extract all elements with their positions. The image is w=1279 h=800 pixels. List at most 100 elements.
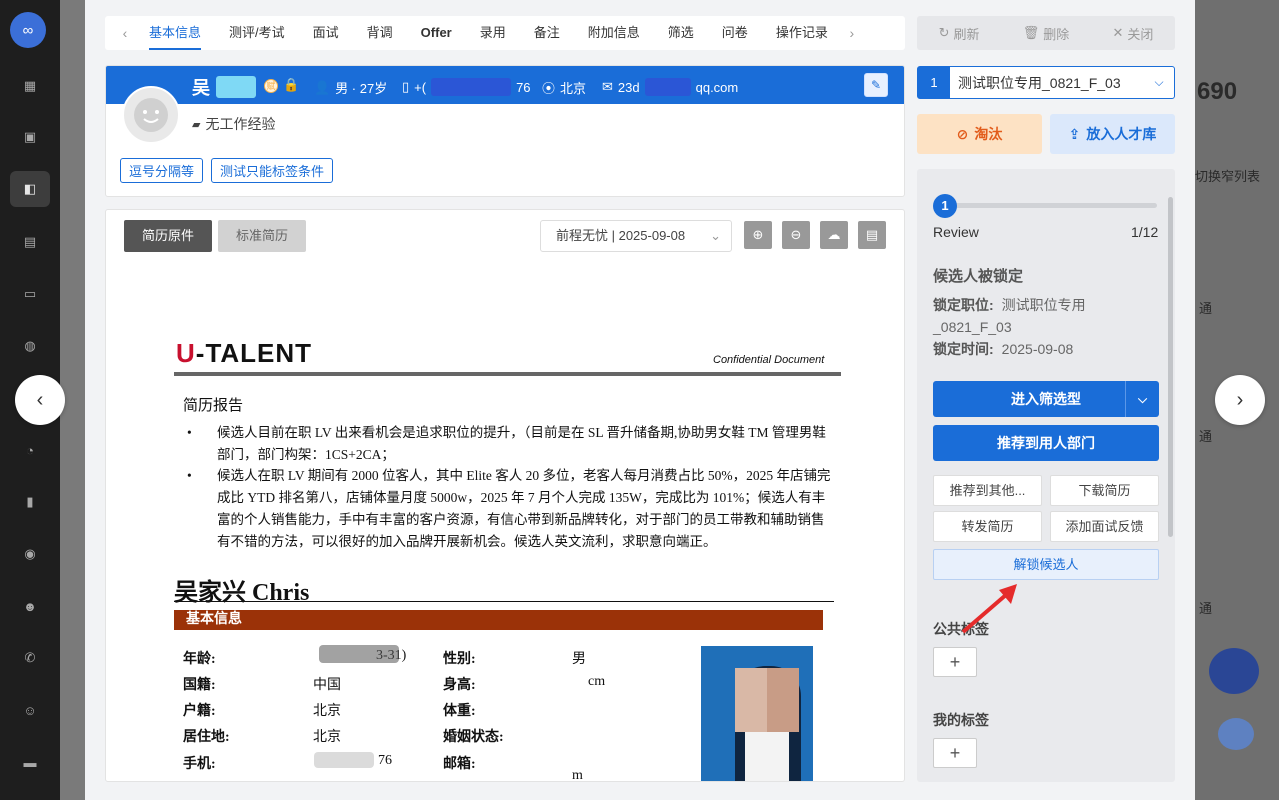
bar-chart-icon[interactable]: ▮: [20, 493, 40, 511]
tab-interview[interactable]: 面试: [299, 16, 353, 50]
name-rule: [174, 601, 834, 602]
location-pin-icon: ⦿: [542, 81, 556, 96]
tab-notes[interactable]: 备注: [520, 16, 574, 50]
tab-hire[interactable]: 录用: [466, 16, 520, 50]
current-stage: Review: [933, 224, 979, 240]
forward-resume-button[interactable]: 转发简历: [933, 511, 1042, 542]
assistant-robot-icon[interactable]: [1218, 718, 1254, 750]
briefcase-small-icon: ▰: [192, 118, 201, 131]
field-label: 邮箱:: [443, 757, 476, 772]
progress-step: 1: [933, 194, 957, 218]
notes-button[interactable]: ▤: [858, 221, 886, 249]
phone-info: ▯ +(76: [402, 78, 531, 96]
ban-icon: ⊘: [956, 125, 969, 142]
user-circle-icon[interactable]: ◉: [20, 545, 40, 563]
report-bullet: 候选人在职 LV 期间有 2000 位客人，其中 Elite 客人 20 多位，…: [187, 465, 833, 553]
redaction: [319, 645, 399, 663]
email-redaction: [644, 78, 691, 96]
tab-basic-info[interactable]: 基本信息: [135, 16, 215, 50]
phone-redaction: [431, 78, 512, 96]
recommend-other-button[interactable]: 推荐到其他...: [933, 475, 1042, 506]
user-star-icon[interactable]: ☺: [20, 701, 40, 719]
field-label: 体重:: [443, 704, 476, 719]
my-tags-label: 我的标签: [933, 712, 989, 728]
inbox-upload-icon: ⇪: [1068, 125, 1081, 142]
candidate-tag[interactable]: 逗号分隔等: [120, 158, 204, 183]
switch-list-link[interactable]: 切换窄列表: [1195, 166, 1260, 185]
briefcase-icon[interactable]: ▣: [20, 128, 40, 146]
zoom-in-button[interactable]: ⊕: [744, 221, 772, 249]
unlock-candidate-button[interactable]: 解锁候选人: [933, 549, 1159, 580]
avatar-face-icon: [134, 98, 168, 132]
delete-button[interactable]: 🗑 删除: [1023, 24, 1070, 43]
reject-button[interactable]: ⊘ 淘汰: [917, 114, 1042, 154]
work-experience: ▰ 无工作经验: [192, 116, 276, 132]
id-card-icon[interactable]: ▭: [20, 285, 40, 303]
next-candidate-button[interactable]: ›: [1215, 375, 1265, 425]
mobile-icon: ▯: [402, 79, 410, 94]
background-number: 690: [1197, 78, 1238, 105]
candidate-photo: [701, 646, 813, 781]
modal-toolbar: ↻ 刷新 🗑 删除 ✕ 关闭: [917, 16, 1175, 50]
original-resume-button[interactable]: 简历原件: [124, 220, 213, 252]
resume-source-select[interactable]: 前程无忧 | 2025-09-08 ⌄: [540, 220, 732, 252]
phone-icon[interactable]: ✆: [20, 649, 40, 667]
section-header: 基本信息: [174, 610, 823, 630]
tab-offer[interactable]: Offer: [407, 16, 466, 50]
field-value: 北京: [313, 730, 341, 745]
refresh-button[interactable]: ↻ 刷新: [939, 24, 980, 43]
add-my-tag-button[interactable]: +: [933, 738, 977, 768]
tab-assessment[interactable]: 测评/考试: [215, 16, 299, 50]
users-icon[interactable]: ☻: [20, 597, 40, 615]
add-to-talent-pool-button[interactable]: ⇪ 放入人才库: [1050, 114, 1175, 154]
tab-background-check[interactable]: 背调: [353, 16, 407, 50]
chevron-down-icon[interactable]: ⌵: [1125, 381, 1159, 417]
field-label: 性别:: [443, 652, 476, 667]
certified-badge: 赋: [264, 79, 278, 93]
u-talent-logo: U-TALENT: [176, 338, 313, 368]
field-label: 居住地:: [183, 730, 230, 745]
chevron-down-icon: ⌵: [1154, 75, 1164, 89]
candidate-card: 吴 赋 🔒 👤 男 · 27岁 ▯ +(76 ⦿ 北京 ✉ 23d qq.com ✎ ▰ 无…: [105, 65, 905, 197]
close-icon: ✕: [1112, 25, 1124, 40]
candidate-name: 吴: [192, 78, 210, 98]
edit-candidate-button[interactable]: ✎: [864, 73, 888, 97]
support-chat-icon[interactable]: [1209, 648, 1259, 694]
city-info: ⦿ 北京: [542, 78, 586, 97]
tab-operation-log[interactable]: 操作记录: [762, 16, 842, 50]
zoom-out-button[interactable]: ⊖: [782, 221, 810, 249]
app-logo-icon[interactable]: ∞: [10, 12, 46, 48]
stage-count: 1/12: [1131, 224, 1159, 240]
refresh-icon: ↻: [938, 25, 950, 40]
previous-candidate-button[interactable]: ‹: [15, 375, 65, 425]
download-resume-side-button[interactable]: 下载简历: [1050, 475, 1159, 506]
wechat-icon[interactable]: ◍: [20, 337, 40, 355]
recommend-department-button[interactable]: 推荐到用人部门: [933, 425, 1159, 461]
tab-additional-info[interactable]: 附加信息: [574, 16, 654, 50]
side-panel-scrollbar[interactable]: [1168, 197, 1173, 537]
pie-chart-icon[interactable]: ◔: [20, 441, 40, 459]
standard-resume-button[interactable]: 标准简历: [218, 220, 307, 252]
download-resume-button[interactable]: ☁: [820, 221, 848, 249]
email-info: ✉ 23d qq.com: [602, 78, 739, 96]
zoom-out-icon: ⊖: [790, 227, 802, 242]
tab-scroll-right-icon[interactable]: ›: [842, 25, 862, 41]
tab-questionnaire[interactable]: 问卷: [708, 16, 762, 50]
calendar-icon[interactable]: ▤: [20, 233, 40, 251]
add-interview-feedback-button[interactable]: 添加面试反馈: [1050, 511, 1159, 542]
job-select[interactable]: 1 测试职位专用_0821_F_03 ⌵: [917, 66, 1175, 99]
candidate-doc-icon[interactable]: ◧: [10, 171, 50, 207]
chat-icon[interactable]: ▬: [20, 753, 40, 771]
field-value: m: [572, 768, 583, 782]
field-value: 中国: [313, 678, 341, 693]
add-public-tag-button[interactable]: +: [933, 647, 977, 677]
close-button[interactable]: ✕ 关闭: [1112, 24, 1153, 43]
chevron-left-icon: ‹: [36, 388, 44, 411]
locked-title: 候选人被锁定: [933, 268, 1024, 285]
dashboard-icon[interactable]: ▦: [20, 77, 40, 95]
candidate-tag[interactable]: 测试只能标签条件: [211, 158, 334, 183]
tab-screening[interactable]: 筛选: [654, 16, 708, 50]
tab-scroll-left-icon[interactable]: ‹: [115, 25, 135, 41]
enter-screening-button[interactable]: 进入筛选型 ⌵: [933, 381, 1159, 417]
field-label: 户籍:: [183, 704, 216, 719]
